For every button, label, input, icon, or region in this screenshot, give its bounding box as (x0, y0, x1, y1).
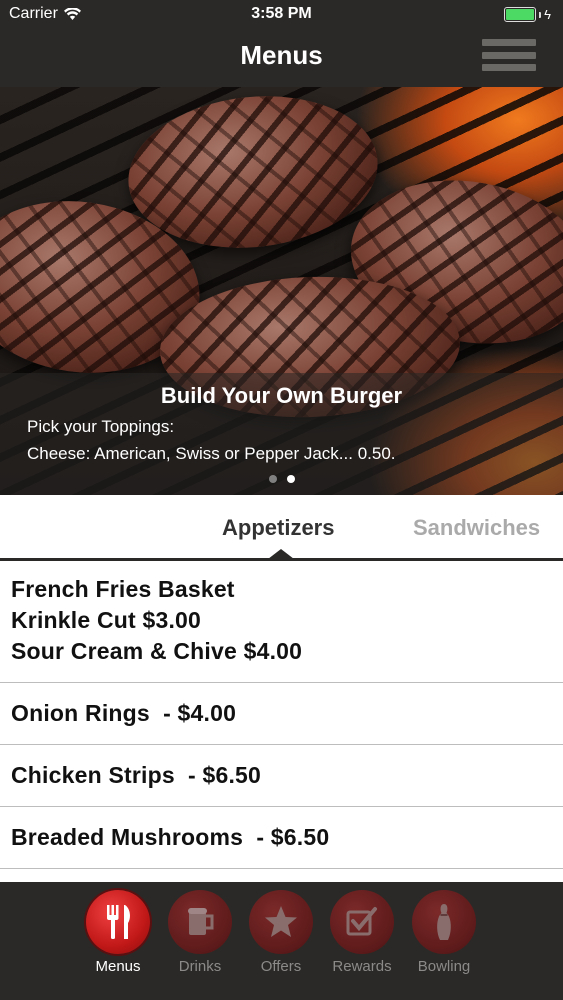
category-tabs: Appetizers Sandwiches (0, 495, 563, 561)
tabbar-label: Bowling (417, 958, 471, 975)
tabbar-label: Rewards (332, 958, 392, 975)
item-option: Krinkle Cut $3.00 (11, 607, 202, 633)
item-title: French Fries Basket (11, 576, 235, 602)
tabbar-item-offers[interactable]: Offers (241, 890, 321, 975)
page-dot[interactable] (268, 475, 277, 483)
bottom-tab-bar: Menus Drinks Offers Rewards Bowling (0, 882, 563, 1000)
checkbox-icon (330, 890, 394, 954)
carousel-text-line: Cheese: American, Swiss or Pepper Jack..… (27, 444, 396, 463)
tab-appetizers[interactable]: Appetizers (222, 515, 334, 541)
mug-icon (168, 890, 232, 954)
page-title: Menus (240, 40, 323, 70)
top-bar: Carrier 3:58 PM ϟ Menus (0, 0, 563, 87)
battery-indicator: ϟ (504, 7, 551, 22)
list-item[interactable]: Onion Rings - $4.00 (0, 683, 563, 745)
status-time: 3:58 PM (251, 5, 312, 22)
bowling-pin-icon (412, 890, 476, 954)
page-dot-active[interactable] (286, 475, 295, 483)
carousel-caption: Build Your Own Burger Pick your Toppings… (0, 373, 563, 495)
fork-knife-icon (86, 890, 150, 954)
tabbar-label: Drinks (178, 958, 222, 975)
tabbar-item-rewards[interactable]: Rewards (322, 890, 402, 975)
carousel-text-line: Pick your Toppings: (27, 417, 175, 436)
tabbar-label: Menus (95, 958, 141, 975)
tabbar-item-menus[interactable]: Menus (78, 890, 158, 975)
list-item[interactable]: Chicken Strips - $6.50 (0, 745, 563, 807)
list-item[interactable]: Breaded Mushrooms - $6.50 (0, 807, 563, 869)
carousel-title: Build Your Own Burger (160, 383, 403, 408)
star-icon (249, 890, 313, 954)
item-title: Chicken Strips - $6.50 (11, 762, 262, 788)
charging-icon: ϟ (544, 7, 551, 22)
featured-carousel[interactable]: Build Your Own Burger Pick your Toppings… (0, 87, 563, 495)
item-title: Breaded Mushrooms - $6.50 (11, 824, 330, 850)
item-title: Onion Rings - $4.00 (11, 700, 237, 726)
item-option: Sour Cream & Chive $4.00 (11, 638, 303, 664)
list-item[interactable]: French Fries Basket Krinkle Cut $3.00 So… (0, 564, 563, 683)
tab-sandwiches[interactable]: Sandwiches (413, 515, 540, 541)
hamburger-menu-button[interactable] (482, 39, 536, 71)
tabbar-item-bowling[interactable]: Bowling (404, 890, 484, 975)
battery-icon (504, 7, 537, 22)
tabbar-item-drinks[interactable]: Drinks (160, 890, 240, 975)
active-tab-pointer (268, 549, 294, 559)
tabbar-label: Offers (260, 958, 302, 975)
status-bar: Carrier 3:58 PM ϟ (0, 0, 563, 30)
page-indicator (0, 475, 563, 483)
menu-item-list: French Fries Basket Krinkle Cut $3.00 So… (0, 564, 563, 882)
